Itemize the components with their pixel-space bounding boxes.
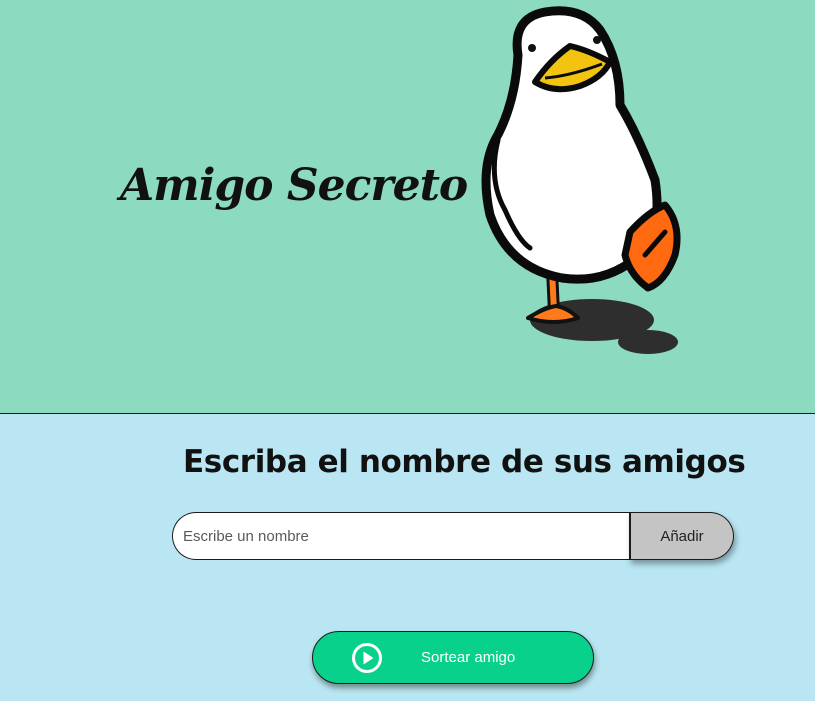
input-group: Añadir: [172, 512, 734, 560]
friend-name-input[interactable]: [172, 512, 630, 560]
main-section: Escriba el nombre de sus amigos Añadir S…: [0, 414, 815, 701]
draw-friend-button[interactable]: Sortear amigo: [312, 631, 594, 684]
page-title: Amigo Secreto: [120, 160, 468, 211]
play-circle-icon: [352, 643, 382, 673]
draw-button-label: Sortear amigo: [421, 649, 516, 666]
section-title: Escriba el nombre de sus amigos: [183, 444, 746, 480]
duck-illustration: [481, 6, 681, 354]
header-banner: Amigo Secreto: [0, 0, 815, 414]
add-button[interactable]: Añadir: [629, 512, 734, 560]
